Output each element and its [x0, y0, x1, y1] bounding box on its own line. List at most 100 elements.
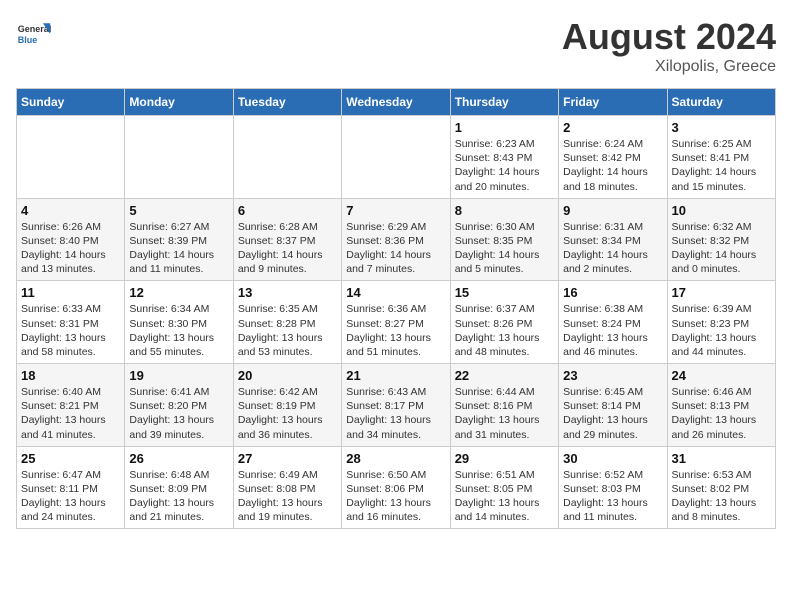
calendar-cell: 6 Sunrise: 6:28 AMSunset: 8:37 PMDaylight… — [233, 198, 341, 281]
calendar-cell: 30Sunrise: 6:52 AMSunset: 8:03 PMDayligh… — [559, 446, 667, 529]
calendar-cell: 22 Sunrise: 6:44 AMSunset: 8:16 PMDayligh… — [450, 364, 558, 447]
calendar-cell: 21Sunrise: 6:43 AMSunset: 8:17 PMDayligh… — [342, 364, 450, 447]
day-number: 26 — [129, 451, 228, 466]
day-info: Sunrise: 6:23 AMSunset: 8:43 PMDaylight:… — [455, 137, 554, 194]
calendar-cell: 16 Sunrise: 6:38 AMSunset: 8:24 PMDayligh… — [559, 281, 667, 364]
weekday-header: Monday — [125, 89, 233, 116]
calendar-cell: 29Sunrise: 6:51 AMSunset: 8:05 PMDayligh… — [450, 446, 558, 529]
day-info: Sunrise: 6:37 AMSunset: 8:26 PMDaylight:… — [455, 302, 554, 359]
calendar-cell: 4Sunrise: 6:26 AMSunset: 8:40 PMDaylight… — [17, 198, 125, 281]
day-info: Sunrise: 6:49 AMSunset: 8:08 PMDaylight:… — [238, 468, 337, 525]
weekday-header: Sunday — [17, 89, 125, 116]
day-info: Sunrise: 6:24 AMSunset: 8:42 PMDaylight:… — [563, 137, 662, 194]
calendar-cell: 12 Sunrise: 6:34 AMSunset: 8:30 PMDayligh… — [125, 281, 233, 364]
weekday-header: Thursday — [450, 89, 558, 116]
day-number: 24 — [672, 368, 771, 383]
calendar-cell: 17 Sunrise: 6:39 AMSunset: 8:23 PMDayligh… — [667, 281, 775, 364]
day-info: Sunrise: 6:31 AMSunset: 8:34 PMDaylight:… — [563, 220, 662, 277]
calendar-cell: 15 Sunrise: 6:37 AMSunset: 8:26 PMDayligh… — [450, 281, 558, 364]
day-info: Sunrise: 6:51 AMSunset: 8:05 PMDaylight:… — [455, 468, 554, 525]
logo-icon: General Blue — [16, 16, 52, 52]
calendar-cell: 10 Sunrise: 6:32 AMSunset: 8:32 PMDayligh… — [667, 198, 775, 281]
day-number: 3 — [672, 120, 771, 135]
day-number: 11 — [21, 285, 120, 300]
day-number: 6 — [238, 203, 337, 218]
calendar-table: SundayMondayTuesdayWednesdayThursdayFrid… — [16, 88, 776, 529]
calendar-week-row: 4Sunrise: 6:26 AMSunset: 8:40 PMDaylight… — [17, 198, 776, 281]
calendar-cell: 28 Sunrise: 6:50 AMSunset: 8:06 PMDayligh… — [342, 446, 450, 529]
calendar-week-row: 11Sunrise: 6:33 AMSunset: 8:31 PMDayligh… — [17, 281, 776, 364]
day-number: 10 — [672, 203, 771, 218]
day-info: Sunrise: 6:53 AMSunset: 8:02 PMDaylight:… — [672, 468, 771, 525]
day-info: Sunrise: 6:42 AMSunset: 8:19 PMDaylight:… — [238, 385, 337, 442]
day-number: 14 — [346, 285, 445, 300]
weekday-header: Tuesday — [233, 89, 341, 116]
day-info: Sunrise: 6:34 AMSunset: 8:30 PMDaylight:… — [129, 302, 228, 359]
page-header: General Blue August 2024 Xilopolis, Gree… — [16, 16, 776, 76]
day-number: 20 — [238, 368, 337, 383]
day-info: Sunrise: 6:39 AMSunset: 8:23 PMDaylight:… — [672, 302, 771, 359]
day-number: 2 — [563, 120, 662, 135]
calendar-week-row: 1Sunrise: 6:23 AMSunset: 8:43 PMDaylight… — [17, 116, 776, 199]
weekday-header: Saturday — [667, 89, 775, 116]
day-number: 31 — [672, 451, 771, 466]
day-info: Sunrise: 6:52 AMSunset: 8:03 PMDaylight:… — [563, 468, 662, 525]
day-info: Sunrise: 6:27 AMSunset: 8:39 PMDaylight:… — [129, 220, 228, 277]
day-info: Sunrise: 6:38 AMSunset: 8:24 PMDaylight:… — [563, 302, 662, 359]
location-subtitle: Xilopolis, Greece — [562, 58, 776, 76]
weekday-header: Wednesday — [342, 89, 450, 116]
day-number: 8 — [455, 203, 554, 218]
calendar-cell: 13 Sunrise: 6:35 AMSunset: 8:28 PMDayligh… — [233, 281, 341, 364]
day-number: 28 — [346, 451, 445, 466]
day-number: 18 — [21, 368, 120, 383]
day-number: 21 — [346, 368, 445, 383]
calendar-cell: 25Sunrise: 6:47 AMSunset: 8:11 PMDayligh… — [17, 446, 125, 529]
weekday-header-row: SundayMondayTuesdayWednesdayThursdayFrid… — [17, 89, 776, 116]
day-number: 17 — [672, 285, 771, 300]
day-number: 27 — [238, 451, 337, 466]
day-number: 12 — [129, 285, 228, 300]
day-info: Sunrise: 6:26 AMSunset: 8:40 PMDaylight:… — [21, 220, 120, 277]
calendar-cell: 31 Sunrise: 6:53 AMSunset: 8:02 PMDayligh… — [667, 446, 775, 529]
calendar-cell: 5 Sunrise: 6:27 AMSunset: 8:39 PMDaylight… — [125, 198, 233, 281]
calendar-cell: 23 Sunrise: 6:45 AMSunset: 8:14 PMDayligh… — [559, 364, 667, 447]
calendar-cell — [233, 116, 341, 199]
calendar-cell: 24 Sunrise: 6:46 AMSunset: 8:13 PMDayligh… — [667, 364, 775, 447]
day-number: 19 — [129, 368, 228, 383]
day-number: 22 — [455, 368, 554, 383]
calendar-week-row: 18 Sunrise: 6:40 AMSunset: 8:21 PMDayligh… — [17, 364, 776, 447]
day-info: Sunrise: 6:25 AMSunset: 8:41 PMDaylight:… — [672, 137, 771, 194]
day-info: Sunrise: 6:28 AMSunset: 8:37 PMDaylight:… — [238, 220, 337, 277]
day-info: Sunrise: 6:29 AMSunset: 8:36 PMDaylight:… — [346, 220, 445, 277]
day-info: Sunrise: 6:30 AMSunset: 8:35 PMDaylight:… — [455, 220, 554, 277]
calendar-cell: 20 Sunrise: 6:42 AMSunset: 8:19 PMDayligh… — [233, 364, 341, 447]
day-info: Sunrise: 6:40 AMSunset: 8:21 PMDaylight:… — [21, 385, 120, 442]
day-number: 7 — [346, 203, 445, 218]
calendar-cell — [17, 116, 125, 199]
day-number: 23 — [563, 368, 662, 383]
calendar-cell — [125, 116, 233, 199]
day-number: 9 — [563, 203, 662, 218]
day-info: Sunrise: 6:48 AMSunset: 8:09 PMDaylight:… — [129, 468, 228, 525]
day-info: Sunrise: 6:50 AMSunset: 8:06 PMDaylight:… — [346, 468, 445, 525]
day-info: Sunrise: 6:44 AMSunset: 8:16 PMDaylight:… — [455, 385, 554, 442]
day-number: 5 — [129, 203, 228, 218]
title-block: August 2024 Xilopolis, Greece — [562, 16, 776, 76]
day-number: 13 — [238, 285, 337, 300]
calendar-cell: 27 Sunrise: 6:49 AMSunset: 8:08 PMDayligh… — [233, 446, 341, 529]
logo: General Blue — [16, 16, 52, 52]
calendar-cell: 2 Sunrise: 6:24 AMSunset: 8:42 PMDaylight… — [559, 116, 667, 199]
day-info: Sunrise: 6:46 AMSunset: 8:13 PMDaylight:… — [672, 385, 771, 442]
day-number: 15 — [455, 285, 554, 300]
svg-text:Blue: Blue — [18, 35, 38, 45]
day-info: Sunrise: 6:47 AMSunset: 8:11 PMDaylight:… — [21, 468, 120, 525]
calendar-week-row: 25Sunrise: 6:47 AMSunset: 8:11 PMDayligh… — [17, 446, 776, 529]
day-info: Sunrise: 6:36 AMSunset: 8:27 PMDaylight:… — [346, 302, 445, 359]
day-info: Sunrise: 6:45 AMSunset: 8:14 PMDaylight:… — [563, 385, 662, 442]
day-number: 16 — [563, 285, 662, 300]
calendar-cell: 1Sunrise: 6:23 AMSunset: 8:43 PMDaylight… — [450, 116, 558, 199]
calendar-cell: 7 Sunrise: 6:29 AMSunset: 8:36 PMDaylight… — [342, 198, 450, 281]
day-info: Sunrise: 6:35 AMSunset: 8:28 PMDaylight:… — [238, 302, 337, 359]
day-info: Sunrise: 6:32 AMSunset: 8:32 PMDaylight:… — [672, 220, 771, 277]
calendar-cell: 3 Sunrise: 6:25 AMSunset: 8:41 PMDaylight… — [667, 116, 775, 199]
